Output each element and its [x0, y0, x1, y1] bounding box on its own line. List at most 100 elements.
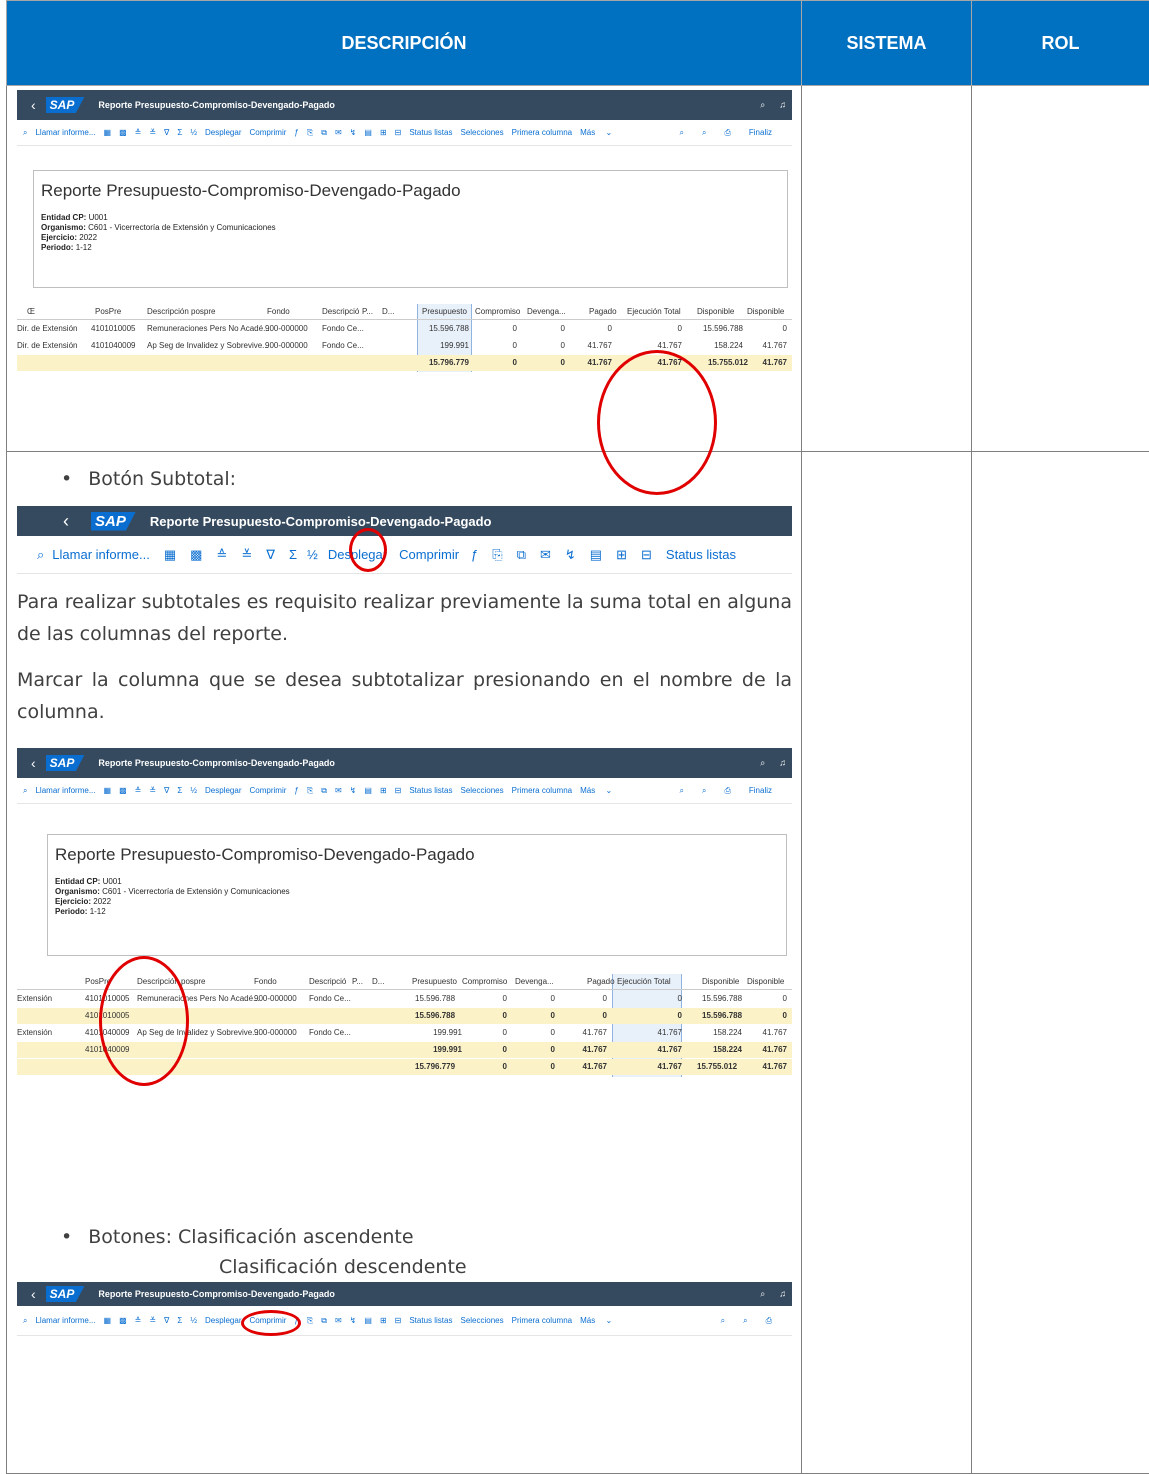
grid-icon[interactable]: ▦	[104, 786, 112, 795]
first-column-button[interactable]: Primera columna	[512, 128, 572, 137]
bell-icon[interactable]: ♫	[779, 1289, 786, 1300]
subtotal-icon[interactable]: ½	[190, 786, 197, 795]
col-pospre[interactable]: PosPre	[95, 307, 121, 316]
sum-icon[interactable]: Σ	[177, 786, 182, 795]
selections-button[interactable]: Selecciones	[460, 128, 503, 137]
col-disponible-2[interactable]: Disponible	[747, 307, 784, 316]
chart-icon[interactable]: ↯	[350, 1316, 357, 1325]
sort-desc-icon[interactable]: ≚	[149, 786, 156, 795]
search-icon[interactable]: ⌕	[760, 100, 765, 111]
mail-icon[interactable]: ✉	[335, 1316, 342, 1325]
more-button[interactable]: Más ⌄	[580, 786, 612, 795]
grid-icon[interactable]: ▦	[104, 128, 112, 137]
compress-button[interactable]: Comprimir	[250, 128, 287, 137]
subtotal-icon[interactable]: ½	[307, 547, 318, 562]
col-disponible[interactable]: Disponible	[702, 977, 739, 986]
status-lists-button[interactable]: Status listas	[409, 786, 452, 795]
filter-icon[interactable]: ∇	[164, 1316, 169, 1325]
doc-icon[interactable]: ⎘	[492, 547, 502, 563]
col-devengado[interactable]: Devenga...	[527, 307, 566, 316]
col-compromiso[interactable]: Compromiso	[475, 307, 520, 316]
export-icon[interactable]: ⊞	[380, 128, 387, 137]
expand-button[interactable]: Desplegar	[205, 128, 241, 137]
export-icon[interactable]: ⊞	[380, 786, 387, 795]
find-icon[interactable]: ⌕	[680, 786, 684, 796]
doc-icon[interactable]: ⎘	[307, 128, 313, 138]
sort-desc-icon[interactable]: ≚	[149, 128, 156, 137]
filter-icon[interactable]: ∇	[266, 547, 275, 563]
copy-icon[interactable]: ⧉	[517, 547, 526, 563]
sum-icon[interactable]: Σ	[177, 1316, 182, 1325]
grid-alt-icon[interactable]: ▩	[119, 128, 127, 137]
more-button[interactable]: Más ⌄	[580, 1316, 612, 1325]
subtotal-icon[interactable]: ½	[190, 1316, 197, 1325]
col-disponible-2[interactable]: Disponible	[747, 977, 784, 986]
status-lists-button[interactable]: Status listas	[409, 1316, 452, 1325]
fx-icon[interactable]: ƒ	[294, 786, 298, 795]
subtotal-icon[interactable]: ½	[190, 128, 197, 137]
table-icon[interactable]: ▤	[364, 786, 372, 795]
status-lists-button[interactable]: Status listas	[409, 128, 452, 137]
search-icon[interactable]: ⌕	[760, 1289, 765, 1300]
call-report-button[interactable]: Llamar informe...	[52, 547, 150, 562]
back-icon[interactable]: ‹	[63, 511, 69, 532]
zoom-icon[interactable]: ⌕	[37, 547, 44, 563]
filter-icon[interactable]: ∇	[164, 786, 169, 795]
find-next-icon[interactable]: ⌕	[702, 128, 706, 138]
selections-button[interactable]: Selecciones	[460, 786, 503, 795]
back-icon[interactable]: ‹	[31, 97, 36, 113]
table-row[interactable]: Dir. de Extensión 4101040009 Ap Seg de I…	[17, 338, 792, 354]
col-presupuesto[interactable]: Presupuesto	[422, 307, 467, 316]
finalize-button[interactable]: Finaliz	[749, 786, 772, 796]
mail-icon[interactable]: ✉	[540, 547, 551, 563]
chart-icon[interactable]: ↯	[565, 547, 576, 563]
sort-asc-icon[interactable]: ≙	[135, 128, 142, 137]
doc-icon[interactable]: ⎘	[307, 1316, 313, 1326]
call-report-button[interactable]: Llamar informe...	[35, 786, 95, 795]
sort-asc-icon[interactable]: ≙	[135, 1316, 142, 1325]
bell-icon[interactable]: ♫	[779, 758, 786, 769]
col-fondo[interactable]: Fondo	[267, 307, 290, 316]
mail-icon[interactable]: ✉	[335, 128, 342, 137]
col-disponible[interactable]: Disponible	[697, 307, 734, 316]
find-icon[interactable]: ⌕	[680, 128, 684, 138]
call-report-button[interactable]: Llamar informe...	[35, 1316, 95, 1325]
finalize-button[interactable]: Finaliz	[749, 128, 772, 138]
chart-icon[interactable]: ↯	[350, 786, 357, 795]
filter-icon[interactable]: ∇	[164, 128, 169, 137]
search-icon[interactable]: ⌕	[760, 758, 765, 769]
sort-desc-icon[interactable]: ≚	[241, 547, 252, 563]
col-devengado[interactable]: Devenga...	[515, 977, 554, 986]
sum-icon[interactable]: Σ	[289, 547, 297, 562]
compress-button[interactable]: Comprimir	[250, 786, 287, 795]
sort-asc-icon[interactable]: ≙	[135, 786, 142, 795]
find-icon[interactable]: ⌕	[721, 1316, 725, 1326]
col-pagado[interactable]: Pagado	[587, 977, 615, 986]
fx-icon[interactable]: ƒ	[294, 128, 298, 137]
grid-alt-icon[interactable]: ▩	[119, 1316, 127, 1325]
col-presupuesto[interactable]: Presupuesto	[412, 977, 457, 986]
table-row[interactable]: Dir. de Extensión 4101010005 Remuneracio…	[17, 321, 792, 337]
find-next-icon[interactable]: ⌕	[743, 1316, 747, 1326]
bell-icon[interactable]: ♫	[779, 100, 786, 111]
grid-alt-icon[interactable]: ▩	[119, 786, 127, 795]
table-icon[interactable]: ▤	[364, 1316, 372, 1325]
more-button[interactable]: Más ⌄	[580, 128, 612, 137]
fx-icon[interactable]: ƒ	[471, 547, 478, 562]
copy-icon[interactable]: ⧉	[321, 128, 327, 138]
zoom-icon[interactable]: ⌕	[23, 128, 27, 138]
status-lists-button[interactable]: Status listas	[666, 547, 736, 562]
print-icon[interactable]: ⎙	[724, 786, 730, 796]
col-ejecucion-total[interactable]: Ejecución Total	[627, 307, 681, 316]
sort-asc-icon[interactable]: ≙	[216, 547, 227, 563]
table-icon[interactable]: ▤	[590, 547, 602, 563]
col-descripcion-pospre[interactable]: Descripción pospre	[147, 307, 215, 316]
layout-icon[interactable]: ⊟	[395, 1316, 402, 1325]
print-icon[interactable]: ⎙	[724, 128, 730, 138]
print-icon[interactable]: ⎙	[766, 1316, 772, 1326]
grid-icon[interactable]: ▦	[164, 547, 176, 563]
call-report-button[interactable]: Llamar informe...	[35, 128, 95, 137]
expand-button[interactable]: Desplegar	[205, 1316, 241, 1325]
export-icon[interactable]: ⊞	[616, 547, 627, 563]
grid-icon[interactable]: ▦	[104, 1316, 112, 1325]
